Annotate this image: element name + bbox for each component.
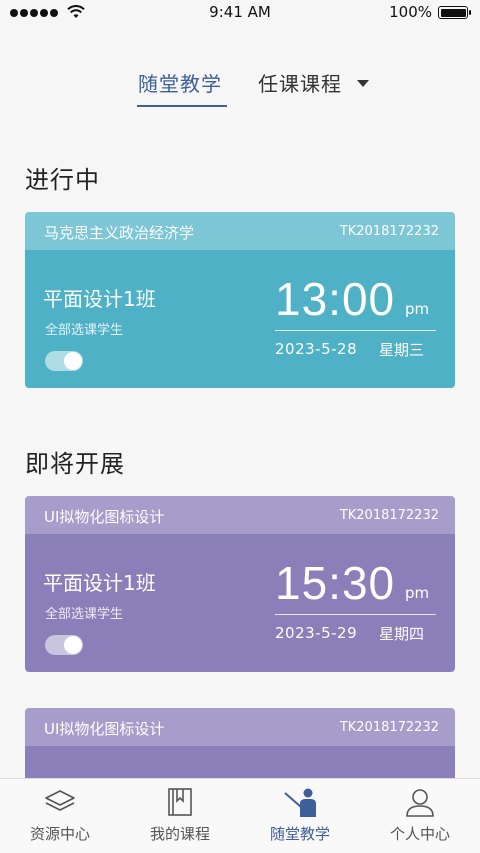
student-scope-label: 全部选课学生 [45,323,124,338]
nav-label: 我的课程 [149,825,210,843]
nav-item-classroom-teaching[interactable]: 随堂教学 [240,779,360,853]
card-body: 平面设计1班 全部选课学生 13:00 pm 2023-5-28 星期三 [25,250,455,388]
course-code: TK2018172232 [339,720,439,735]
course-card[interactable]: UI拟物化图标设计 TK2018172232 平面设计1班 全部选课学生 15:… [25,496,455,672]
divider [275,614,436,615]
caret-down-icon[interactable] [357,80,369,87]
card-header: UI拟物化图标设计 TK2018172232 [25,708,455,746]
class-date: 2023-5-28 [275,340,358,358]
course-name: 马克思主义政治经济学 [44,224,195,242]
class-weekday: 星期三 [379,341,425,359]
class-time-ampm: pm [405,300,430,318]
nav-label: 随堂教学 [269,825,330,843]
status-bar: 9:41 AM 100% [0,0,480,26]
course-name: UI拟物化图标设计 [44,508,165,526]
card-header: 马克思主义政治经济学 TK2018172232 [25,212,455,250]
card-body: 平面设计1班 全部选课学生 15:30 pm 2023-5-29 星期四 [25,534,455,672]
class-time: 13:00 [275,273,396,325]
top-tabs: 随堂教学 任课课程 [0,64,480,110]
card-header: UI拟物化图标设计 TK2018172232 [25,496,455,534]
class-name: 平面设计1班 [43,571,156,595]
tab-assigned-courses[interactable]: 任课课程 [258,68,342,97]
battery-percentage: 100% [389,3,432,21]
bottom-nav: 资源中心 我的课程 随堂教学 个人中心 [0,778,480,853]
tab-active-underline [137,105,227,107]
nav-item-resource-center[interactable]: 资源中心 [0,779,120,853]
nav-item-personal-center[interactable]: 个人中心 [360,779,480,853]
card-toggle[interactable] [45,635,83,655]
tab-classroom-teaching[interactable]: 随堂教学 [138,68,222,97]
course-code: TK2018172232 [339,508,439,523]
layers-icon [45,790,75,811]
course-card[interactable]: 马克思主义政治经济学 TK2018172232 平面设计1班 全部选课学生 13… [25,212,455,388]
class-date: 2023-5-29 [275,624,358,642]
class-weekday: 星期四 [379,625,425,643]
nav-label: 资源中心 [29,825,90,843]
nav-label: 个人中心 [389,825,450,843]
class-time: 15:30 [275,557,396,609]
class-name: 平面设计1班 [43,287,156,311]
section-title-in-progress: 进行中 [25,166,100,194]
card-toggle[interactable] [45,351,83,371]
divider [275,330,436,331]
nav-item-my-courses[interactable]: 我的课程 [120,779,240,853]
book-icon [168,788,192,816]
section-title-upcoming: 即将开展 [25,450,125,478]
user-icon [406,789,434,817]
course-name: UI拟物化图标设计 [44,720,165,738]
student-scope-label: 全部选课学生 [45,607,124,622]
class-time-ampm: pm [405,584,430,602]
course-code: TK2018172232 [339,224,439,239]
battery-icon [438,6,471,19]
teacher-icon [284,788,316,817]
